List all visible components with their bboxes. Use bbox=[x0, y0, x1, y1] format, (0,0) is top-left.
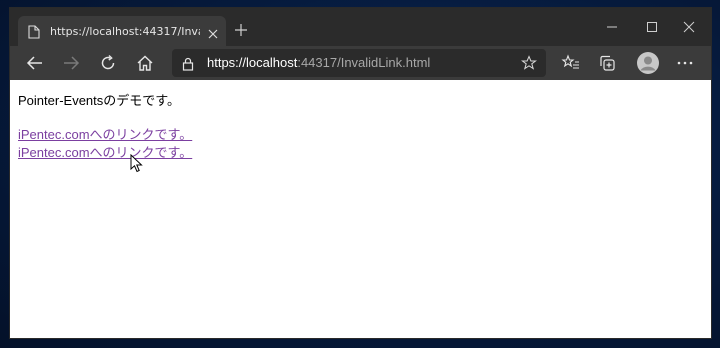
url-path: :44317/InvalidLink.html bbox=[297, 55, 431, 70]
back-arrow-icon[interactable] bbox=[24, 53, 46, 73]
new-tab-plus-icon[interactable] bbox=[234, 22, 248, 36]
url-text[interactable]: https://localhost:44317/InvalidLink.html bbox=[207, 55, 430, 71]
page-icon bbox=[28, 24, 40, 39]
tab-title: https://localhost:44317/InvalidLink.html bbox=[50, 25, 200, 38]
star-icon[interactable] bbox=[521, 55, 537, 75]
profile-avatar-icon[interactable] bbox=[636, 51, 660, 74]
page-content: Pointer-Eventsのデモです。 iPentec.comへのリンクです。… bbox=[10, 80, 711, 338]
forward-arrow-icon[interactable] bbox=[60, 53, 82, 73]
url-host: https://localhost bbox=[207, 55, 298, 70]
favorites-list-icon[interactable] bbox=[560, 53, 582, 73]
title-bar: https://localhost:44317/InvalidLink.html bbox=[10, 8, 711, 46]
ipentec-link-1[interactable]: iPentec.comへのリンクです。 bbox=[18, 127, 192, 142]
maximize-icon[interactable] bbox=[632, 16, 672, 38]
home-icon[interactable] bbox=[134, 53, 156, 73]
browser-toolbar: https://localhost:44317/InvalidLink.html bbox=[10, 46, 711, 80]
ipentec-link-2[interactable]: iPentec.comへのリンクです。 bbox=[18, 145, 192, 160]
window-close-icon[interactable] bbox=[669, 16, 709, 38]
browser-tab[interactable]: https://localhost:44317/InvalidLink.html bbox=[18, 16, 226, 46]
page-heading: Pointer-Eventsのデモです。 bbox=[18, 93, 180, 108]
minimize-icon[interactable] bbox=[592, 16, 632, 38]
browser-window: https://localhost:44317/InvalidLink.html bbox=[10, 8, 711, 338]
mouse-pointer-icon bbox=[130, 153, 144, 178]
lock-icon[interactable] bbox=[182, 56, 194, 71]
address-bar[interactable]: https://localhost:44317/InvalidLink.html bbox=[172, 49, 546, 77]
collections-icon[interactable] bbox=[597, 53, 619, 73]
tab-close-icon[interactable] bbox=[207, 25, 219, 39]
more-icon[interactable] bbox=[674, 53, 696, 73]
refresh-icon[interactable] bbox=[97, 53, 119, 73]
